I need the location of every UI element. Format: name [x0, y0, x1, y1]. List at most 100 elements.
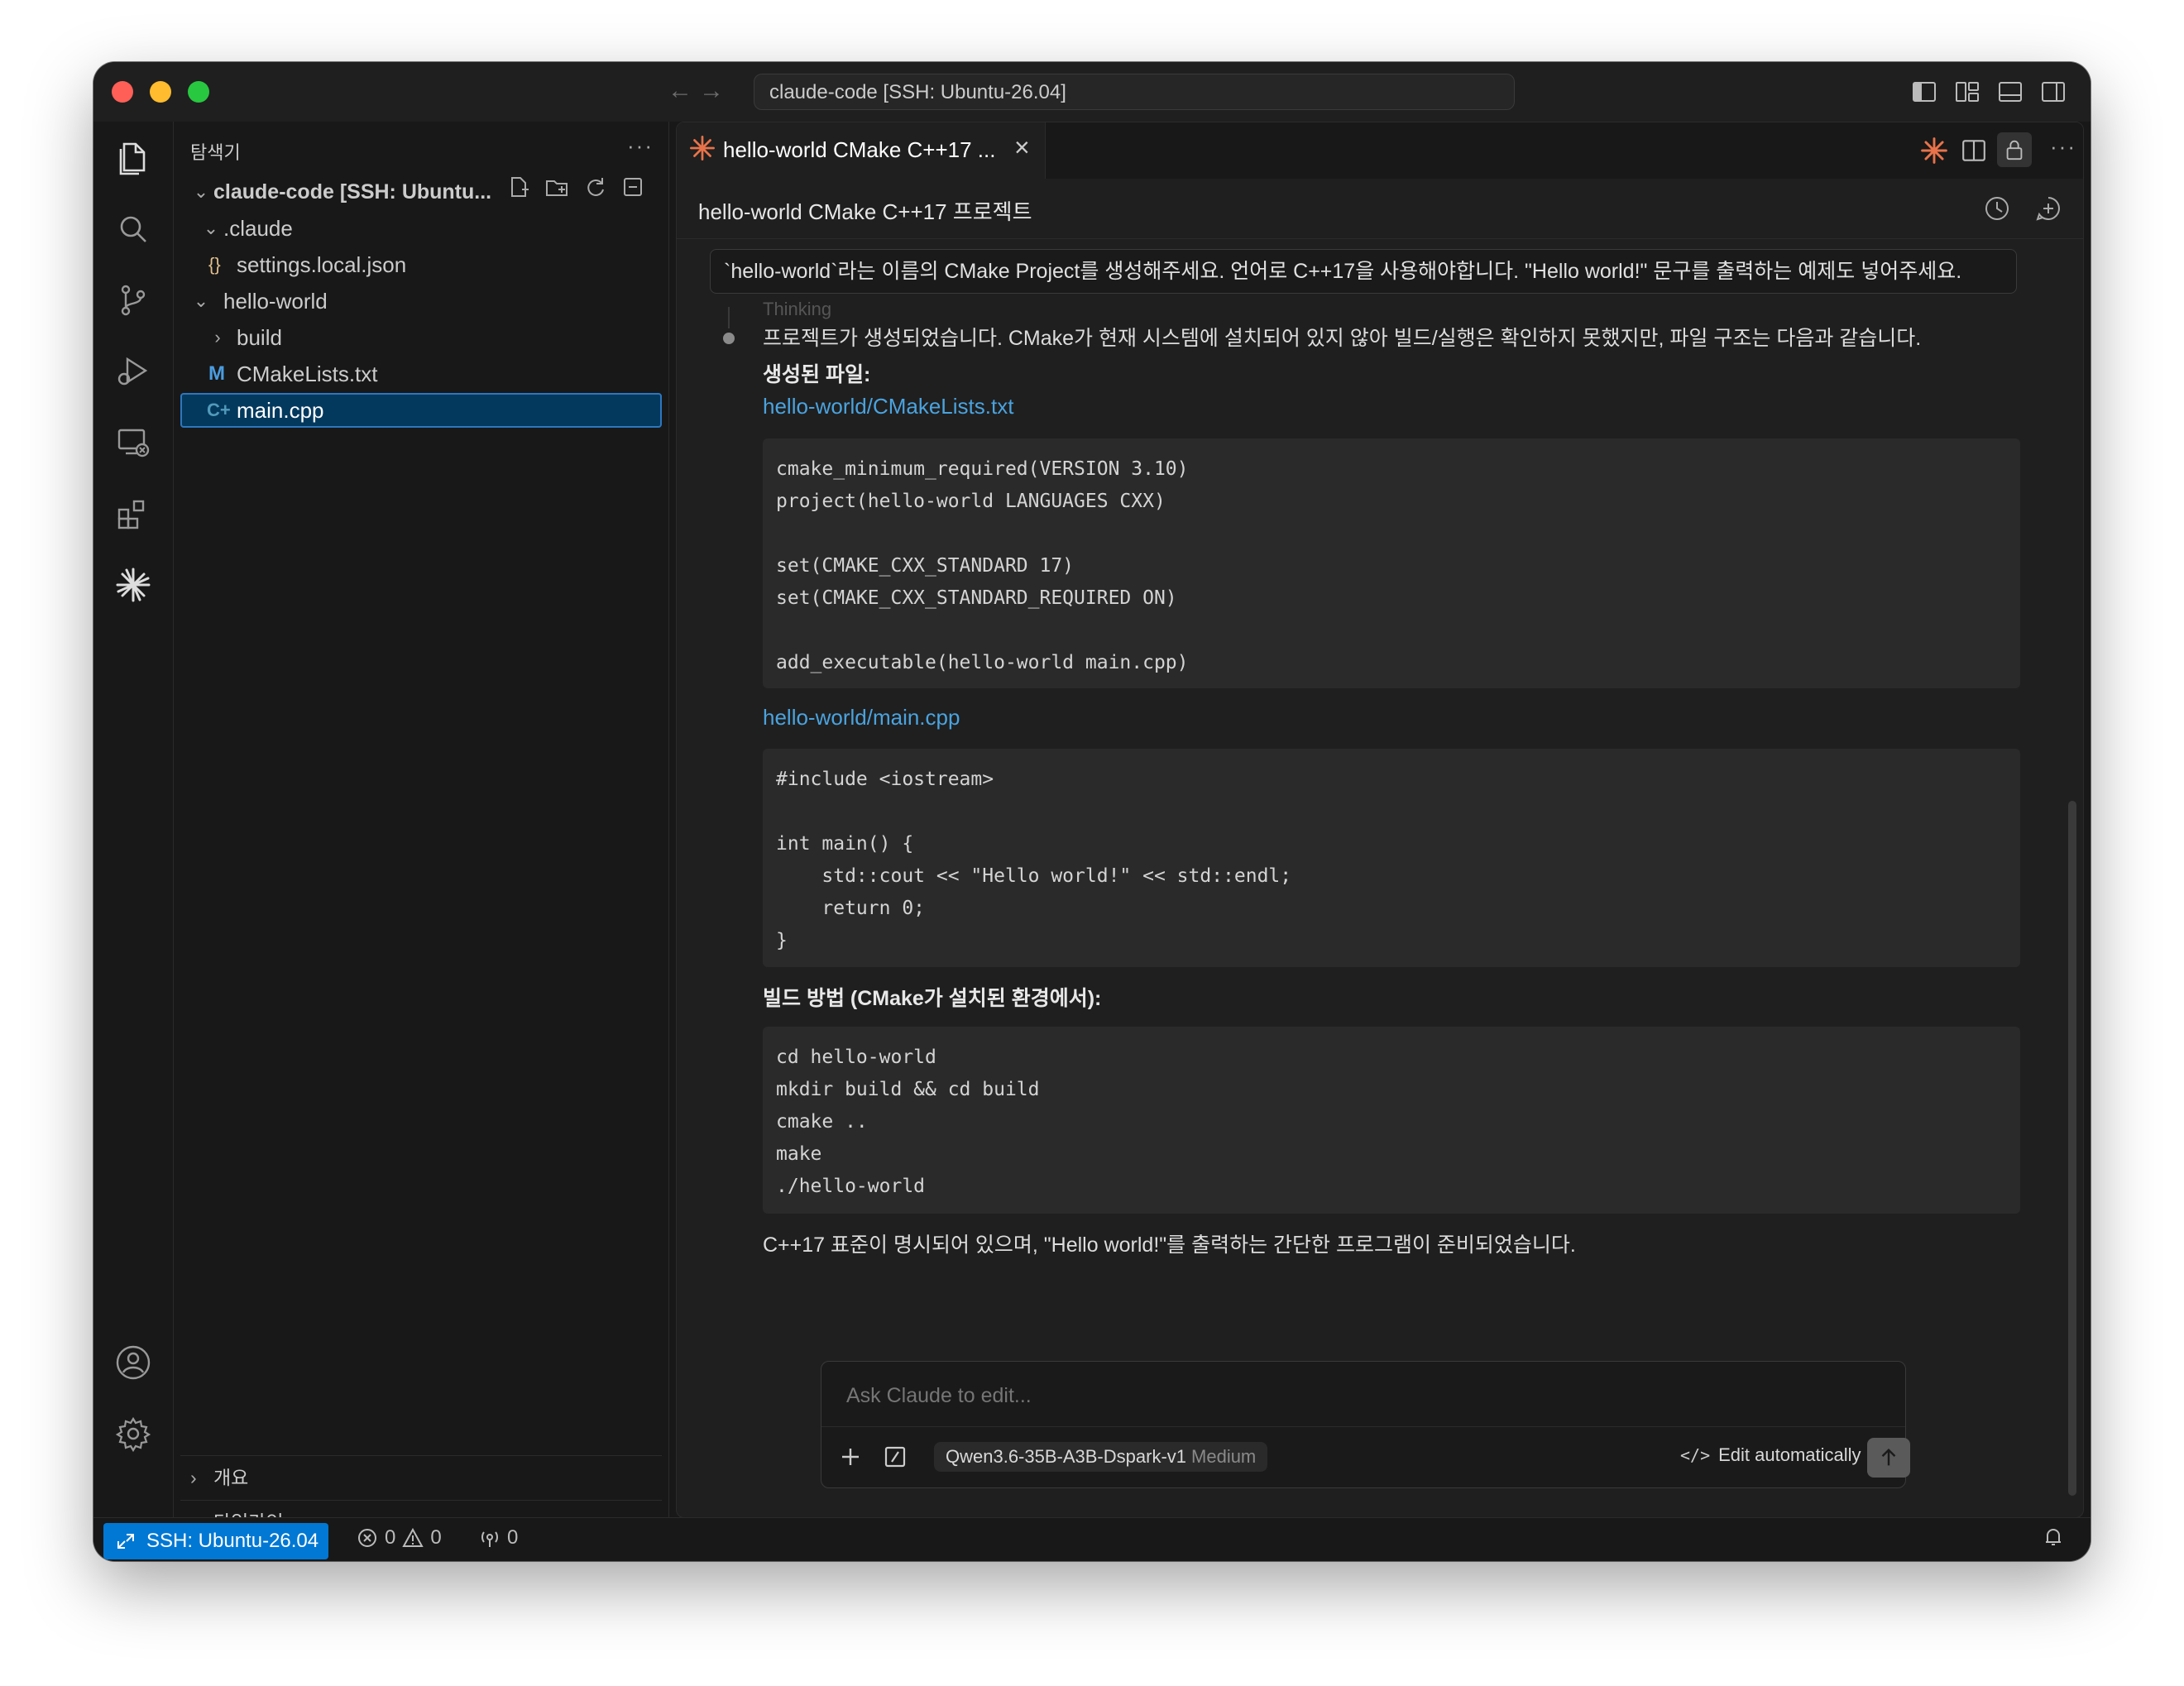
warning-icon	[402, 1527, 424, 1547]
settings-gear-icon[interactable]	[108, 1409, 158, 1458]
tree-item-label: .claude	[223, 216, 293, 241]
composer: Qwen3.6-35B-A3B-Dspark-v1Medium </> Edit…	[821, 1361, 1910, 1488]
cmakelists-code: cmake_minimum_required(VERSION 3.10) pro…	[776, 458, 1189, 673]
source-control-icon[interactable]	[108, 275, 158, 325]
tree-item-cmakelists[interactable]: M CMakeLists.txt	[180, 357, 662, 391]
arrow-up-icon	[1881, 1448, 1896, 1466]
close-icon[interactable]: ×	[1014, 132, 1030, 163]
composer-divider	[821, 1426, 1905, 1427]
outline-section[interactable]: › 개요	[180, 1455, 662, 1499]
edit-mode-toggle[interactable]: </> Edit automatically	[1680, 1444, 1861, 1466]
model-effort: Medium	[1191, 1446, 1257, 1467]
claude-icon[interactable]	[108, 560, 158, 610]
explorer-sidebar: 탐색기 ··· ⌄ claude-code [SSH: Ubuntu... ⌄ …	[173, 122, 669, 1533]
root-actions	[506, 175, 645, 209]
vscode-window: ← → claude-code [SSH: Ubuntu-26.04] 탐색기 …	[93, 62, 2091, 1561]
tree-item-claude-folder[interactable]: ⌄ .claude	[180, 211, 662, 246]
explorer-icon[interactable]	[108, 133, 158, 183]
tree-item-label: main.cpp	[237, 398, 324, 423]
extensions-icon[interactable]	[108, 489, 158, 539]
claude-orange-icon	[688, 134, 716, 166]
close-window-button[interactable]	[112, 81, 133, 103]
build-code-block: cd hello-world mkdir build && cd build c…	[763, 1027, 2020, 1214]
toggle-primary-sidebar-icon[interactable]	[1912, 80, 1937, 103]
more-actions-icon[interactable]: ···	[2050, 134, 2076, 160]
sidebar-title: 탐색기	[190, 142, 241, 163]
add-attachment-icon[interactable]	[836, 1443, 864, 1471]
chevron-down-icon: ⌄	[193, 181, 209, 202]
cmake-file-icon: M	[208, 362, 225, 385]
build-code: cd hello-world mkdir build && cd build c…	[776, 1047, 1040, 1197]
search-icon[interactable]	[108, 204, 158, 254]
cmakelists-link[interactable]: hello-world/CMakeLists.txt	[763, 394, 1013, 419]
new-chat-icon[interactable]	[2033, 194, 2063, 223]
files-heading: 생성된 파일:	[763, 363, 871, 386]
refresh-icon[interactable]	[582, 175, 607, 209]
notifications-bell-icon[interactable]	[2043, 1526, 2064, 1548]
main-cpp-code-block: #include <iostream> int main() { std::co…	[763, 749, 2020, 967]
timeline-line	[728, 307, 730, 328]
main-cpp-code: #include <iostream> int main() { std::co…	[776, 769, 1292, 951]
history-clock-icon[interactable]	[1982, 194, 2012, 223]
split-editor-icon[interactable]	[1961, 137, 1987, 168]
error-icon	[358, 1529, 376, 1547]
tree-item-settings-json[interactable]: {} settings.local.json	[180, 247, 662, 282]
send-button[interactable]	[1867, 1438, 1910, 1478]
workspace-root[interactable]: ⌄ claude-code [SSH: Ubuntu...	[180, 175, 662, 209]
accounts-icon[interactable]	[108, 1338, 158, 1387]
chevron-down-icon: ⌄	[203, 218, 219, 238]
response-outro: C++17 표준이 명시되어 있으며, "Hello world!"를 출력하는…	[763, 1233, 1576, 1257]
prompt-input[interactable]	[845, 1383, 1592, 1409]
chat-transcript: `hello-world`라는 이름의 CMake Project를 생성해주세…	[677, 239, 2083, 1517]
customize-layout-icon[interactable]	[1955, 80, 1980, 103]
main-cpp-link[interactable]: hello-world/main.cpp	[763, 705, 960, 730]
activity-bar	[93, 122, 173, 1518]
run-debug-icon[interactable]	[108, 347, 158, 396]
tree-item-build-folder[interactable]: › build	[180, 320, 662, 355]
slash-command-icon[interactable]	[881, 1443, 909, 1471]
error-count: 0	[385, 1526, 396, 1549]
outline-section-label: 개요	[213, 1467, 249, 1488]
code-icon: </>	[1680, 1445, 1711, 1465]
warning-count: 0	[430, 1526, 442, 1549]
response-bullet	[723, 333, 735, 344]
tab-claude-chat[interactable]: hello-world CMake C++17 ... ×	[677, 122, 1046, 179]
toggle-panel-icon[interactable]	[1998, 80, 2023, 103]
model-name: Qwen3.6-35B-A3B-Dspark-v1	[946, 1446, 1187, 1467]
new-folder-icon[interactable]	[544, 175, 569, 209]
new-file-icon[interactable]	[506, 175, 531, 209]
chevron-right-icon: ›	[190, 1467, 197, 1488]
lock-icon[interactable]	[1997, 132, 2032, 167]
minimize-window-button[interactable]	[150, 81, 171, 103]
cpp-file-icon: C+	[207, 400, 231, 420]
tree-item-hello-world-folder[interactable]: ⌄ hello-world	[180, 284, 662, 319]
workspace-root-label: claude-code [SSH: Ubuntu...	[213, 180, 492, 204]
status-bar: SSH: Ubuntu-26.04 0 0 0	[93, 1517, 2091, 1561]
tab-bar: hello-world CMake C++17 ... × ···	[677, 122, 2083, 180]
forward-arrow-icon[interactable]: →	[699, 77, 724, 105]
maximize-window-button[interactable]	[188, 81, 209, 103]
build-heading: 빌드 방법 (CMake가 설치된 환경에서):	[763, 987, 1102, 1010]
remote-indicator[interactable]: SSH: Ubuntu-26.04	[103, 1523, 329, 1559]
chat-header: hello-world CMake C++17 프로젝트	[677, 179, 2083, 239]
claude-chat-editor: hello-world CMake C++17 ... × ··· hello-…	[676, 122, 2084, 1518]
command-center[interactable]: claude-code [SSH: Ubuntu-26.04]	[754, 74, 1515, 110]
chat-scrollbar[interactable]	[2068, 801, 2076, 1496]
user-message[interactable]: `hello-world`라는 이름의 CMake Project를 생성해주세…	[710, 249, 2017, 294]
collapse-all-icon[interactable]	[620, 175, 645, 209]
claude-orange-icon[interactable]	[1919, 136, 1949, 170]
thinking-label[interactable]: Thinking	[763, 299, 831, 320]
toggle-secondary-sidebar-icon[interactable]	[2041, 80, 2066, 103]
sidebar-more-icon[interactable]: ···	[627, 133, 654, 159]
tree-item-label: settings.local.json	[237, 252, 407, 277]
remote-explorer-icon[interactable]	[108, 418, 158, 467]
chevron-down-icon: ⌄	[193, 290, 209, 311]
model-selector[interactable]: Qwen3.6-35B-A3B-Dspark-v1 Medium	[934, 1442, 1268, 1472]
response-intro: 프로젝트가 생성되었습니다. CMake가 현재 시스템에 설치되어 있지 않아…	[763, 327, 1922, 350]
ports-indicator[interactable]: 0	[479, 1526, 518, 1549]
remote-label: SSH: Ubuntu-26.04	[146, 1530, 319, 1552]
back-arrow-icon[interactable]: ←	[668, 77, 692, 105]
tree-item-main-cpp[interactable]: C+ main.cpp	[180, 393, 662, 428]
cmakelists-code-block: cmake_minimum_required(VERSION 3.10) pro…	[763, 438, 2020, 688]
problems-indicator[interactable]: 0 0	[357, 1526, 442, 1549]
